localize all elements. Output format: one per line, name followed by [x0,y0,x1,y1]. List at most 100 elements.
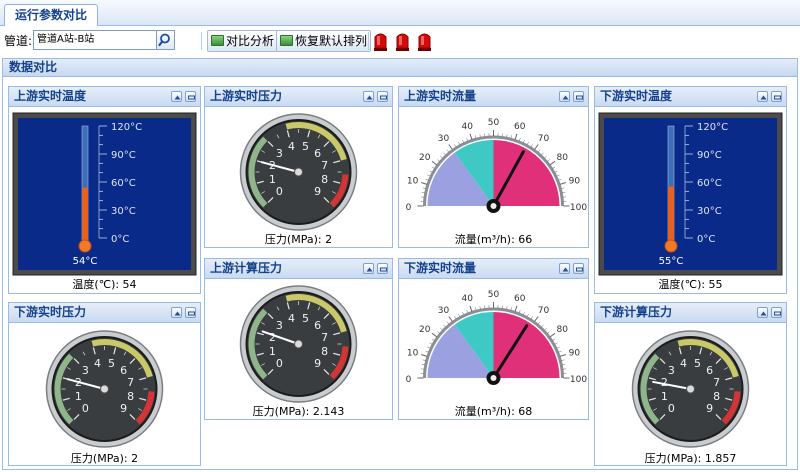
restore-layout-button[interactable]: 恢复默认排列 [276,30,372,52]
temperature-readout: 54°C [73,256,98,267]
thermometer-background [604,118,777,270]
minimize-icon [576,95,583,100]
flow-tick [530,144,533,148]
mercury-column [668,186,674,242]
gauge-label: 9 [120,402,127,415]
gauge-hub [100,384,109,394]
compare-button[interactable]: 对比分析 [207,30,279,52]
minimize-button[interactable] [573,263,584,274]
flow-hub-center [490,203,497,209]
search-icon [158,33,170,47]
gauge-label: 7 [713,376,720,389]
gauge-label: 0 [276,357,283,370]
flow-label: 30 [438,134,450,144]
gauge-label: 9 [314,357,321,370]
flow-tick [559,182,566,185]
gauge-label: 0 [82,402,89,415]
flow-label: 100 [570,203,587,213]
minimize-button[interactable] [377,91,388,102]
portlet-down-calc-press: 下游计算压力 0123456789 压力(MPa): 1.857 [594,302,787,466]
flow-tick [541,152,544,156]
pipeline-label: 管道: [4,34,33,48]
alarm-light-icon[interactable] [372,30,389,52]
alarm-light-icon[interactable] [416,30,433,52]
gauge-label: 4 [94,357,101,370]
gauge-label: 0 [276,185,283,198]
collapse-button[interactable] [171,307,182,318]
portlet-down-press: 下游实时压力 0123456789 压力(MPa): 2 [8,302,201,466]
portlet-body: 0 10 20 30 40 50 60 70 80 90 100 流量(m³/h): 66 [399,108,588,248]
flow-tick [448,316,453,322]
minimize-button[interactable] [771,91,782,102]
search-button[interactable] [157,30,175,50]
minimize-button[interactable] [185,307,196,318]
collapse-button[interactable] [171,91,182,102]
flow-label: 0 [406,375,412,385]
gauge-label: 3 [668,364,675,377]
flow-tick [421,354,428,357]
flow-label: 90 [569,349,581,359]
flow-label: 40 [462,122,474,132]
portlet-body: 0123456789 压力(MPa): 2 [9,324,200,466]
minimize-button[interactable] [185,91,196,102]
thermometer: 120°C 90°C 60°C 30°C 0°C 54°C [12,112,197,276]
scale-label: 120°C [697,122,728,133]
minimize-icon [188,311,195,316]
flow-label: 70 [538,306,550,316]
portlet-down-temp: 下游实时温度 120°C 90°C 60°C 30°C 0°C 55°C 温度(℃): 5… [594,86,787,294]
tab-run-params[interactable]: 运行参数对比 [4,4,98,26]
gauge-label: 6 [120,364,127,377]
flow-tick [547,331,550,334]
flow-tick [440,155,443,159]
pressure-gauge: 0123456789 [631,330,750,448]
flow-label: 0 [406,203,412,213]
flow-tick [437,159,440,162]
flow-label: 50 [488,118,500,128]
flow-tick [431,160,438,166]
flow-label: 80 [557,153,569,163]
collapse-button[interactable] [757,91,768,102]
flow-tick [514,133,518,140]
flow-tick [549,160,556,166]
flow-tick [534,144,539,150]
portlet-down-flow: 下游实时流量 0 10 20 30 40 50 60 70 80 90 100 流量(m³/h): … [398,258,589,420]
flow-label: 100 [570,375,587,385]
portlet-body: 120°C 90°C 60°C 30°C 0°C 54°C 温度(℃): 54 [9,108,200,294]
gauge-label: 4 [288,312,295,325]
flow-label: 50 [488,290,500,300]
flow-label: 20 [419,153,431,163]
gauge-label: 7 [321,331,328,344]
gauge-label: 7 [127,376,134,389]
gauge-label: 1 [269,173,276,186]
temperature-caption: 温度(℃): 55 [658,278,723,291]
minimize-button[interactable] [377,263,388,274]
flow-tick [440,327,443,331]
gauge-label: 9 [314,185,321,198]
flow-label: 90 [569,177,581,187]
collapse-button[interactable] [757,307,768,318]
alarm-light-icon[interactable] [394,30,411,52]
flow-tick [559,354,566,357]
flow-label: 10 [407,177,419,187]
collapse-button[interactable] [363,91,374,102]
flow-tick [458,313,460,317]
flow-tick [469,305,473,312]
pipeline-combo[interactable]: 管道A站-B站 [33,30,157,50]
gauge-label: 6 [314,319,321,332]
flow-tick [527,313,529,317]
scale-label: 0°C [697,234,715,245]
minimize-button[interactable] [771,307,782,318]
portlet-up-press: 上游实时压力 0123456789 压力(MPa): 2 [204,86,393,248]
compare-icon [211,35,224,46]
flow-label: 40 [462,294,474,304]
collapse-button[interactable] [559,263,570,274]
minimize-button[interactable] [573,91,584,102]
minimize-icon [380,267,387,272]
flow-tick [421,182,428,185]
flow-tick [541,324,544,328]
collapse-button[interactable] [363,263,374,274]
gauge-label: 6 [706,364,713,377]
flow-zone-high [493,140,560,206]
portlet-body: 0123456789 压力(MPa): 2 [205,108,392,248]
collapse-button[interactable] [559,91,570,102]
